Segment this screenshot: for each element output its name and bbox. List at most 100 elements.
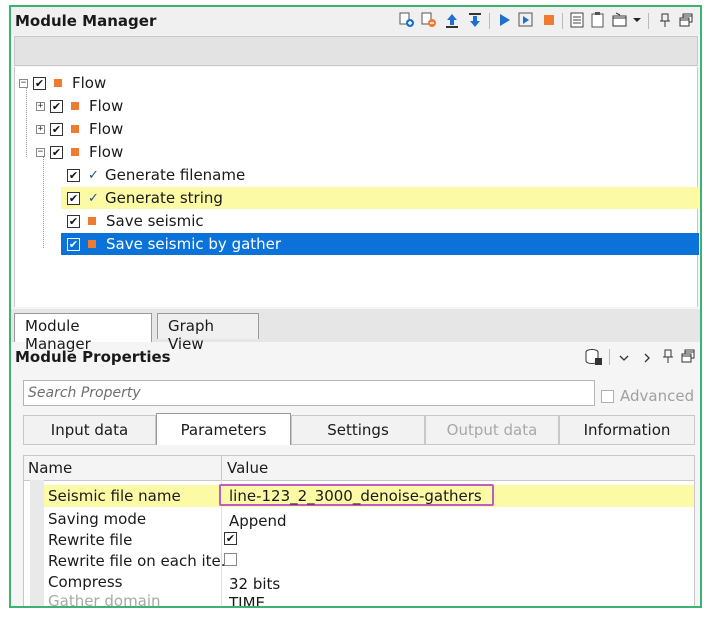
tree-node-checkbox[interactable]: ✔ bbox=[50, 99, 63, 113]
toolbar-divider bbox=[489, 13, 490, 29]
check-icon: ✓ bbox=[88, 167, 99, 183]
tree-node-generate-string[interactable]: ✔ ✓ Generate string bbox=[61, 187, 699, 209]
tree-node-generate-filename[interactable]: ✔ ✓ Generate filename bbox=[67, 165, 245, 185]
run-selected-icon[interactable] bbox=[517, 11, 535, 29]
search-property-input[interactable]: Search Property bbox=[23, 380, 595, 406]
restore-window-icon[interactable] bbox=[678, 11, 694, 29]
module-square-icon bbox=[71, 125, 79, 133]
tab-output-data: Output data bbox=[425, 415, 559, 445]
module-manager-titlebar: Module Manager bbox=[11, 7, 700, 35]
property-grid-header: Name Value bbox=[24, 456, 694, 481]
tree-filter-bar[interactable] bbox=[14, 36, 698, 66]
view-tab-bar: Module Manager Graph View bbox=[11, 309, 700, 353]
tree-node-flow[interactable]: + ✔ Flow bbox=[36, 96, 123, 116]
module-manager-window: Module Manager − ✔ Flow + ✔ Flow + ✔ Flo… bbox=[9, 5, 702, 608]
advanced-toggle[interactable]: Advanced bbox=[601, 387, 694, 405]
chevron-right-icon[interactable] bbox=[641, 350, 653, 368]
tree-node-checkbox[interactable]: ✔ bbox=[50, 122, 63, 136]
expand-icon[interactable]: + bbox=[36, 101, 45, 111]
rewrite-each-iteration-checkbox[interactable] bbox=[224, 553, 237, 566]
tab-parameters[interactable]: Parameters bbox=[156, 413, 291, 445]
property-name: Compress bbox=[48, 573, 123, 591]
column-header-name[interactable]: Name bbox=[28, 459, 72, 477]
restore-window-icon[interactable] bbox=[681, 349, 695, 367]
expand-icon[interactable]: + bbox=[36, 124, 45, 134]
property-row-rewrite-file-each-iteration[interactable]: Rewrite file on each ite... bbox=[24, 550, 694, 571]
property-row-saving-mode[interactable]: Saving mode Append bbox=[24, 508, 694, 530]
tree-node-flow-root[interactable]: − ✔ Flow bbox=[19, 73, 106, 93]
property-grid: Name Value Seismic file name line-123_2_… bbox=[23, 455, 695, 608]
database-icon[interactable] bbox=[585, 348, 603, 370]
tree-node-checkbox[interactable]: ✔ bbox=[67, 237, 80, 251]
tree-node-label: Flow bbox=[72, 74, 107, 92]
window-menu-icon[interactable] bbox=[611, 11, 629, 29]
tree-line bbox=[43, 154, 45, 248]
tree-node-flow[interactable]: − ✔ Flow bbox=[36, 142, 123, 162]
toolbar-divider bbox=[562, 13, 563, 29]
module-manager-title: Module Manager bbox=[15, 12, 157, 30]
tab-input-data[interactable]: Input data bbox=[23, 415, 156, 445]
tree-node-flow[interactable]: + ✔ Flow bbox=[36, 119, 123, 139]
tab-graph-view[interactable]: Graph View bbox=[157, 313, 259, 353]
move-up-icon[interactable] bbox=[443, 11, 461, 29]
tree-node-label: Flow bbox=[89, 97, 124, 115]
property-name: Gather domain bbox=[48, 592, 161, 608]
add-module-icon[interactable] bbox=[398, 11, 416, 29]
module-square-icon bbox=[71, 102, 79, 110]
tree-line bbox=[26, 85, 28, 157]
pin-icon[interactable] bbox=[658, 11, 672, 29]
property-name: Seismic file name bbox=[48, 487, 181, 505]
module-properties-title: Module Properties bbox=[15, 348, 171, 366]
tree-node-checkbox[interactable]: ✔ bbox=[50, 145, 63, 159]
property-value[interactable]: Append bbox=[229, 512, 287, 530]
property-row-seismic-file-name[interactable]: Seismic file name line-123_2_3000_denois… bbox=[44, 484, 694, 507]
tree-node-save-seismic[interactable]: ✔ Save seismic bbox=[67, 211, 204, 231]
tab-information[interactable]: Information bbox=[559, 415, 695, 445]
remove-module-icon[interactable] bbox=[420, 11, 438, 29]
collapse-icon[interactable]: − bbox=[19, 78, 28, 88]
stop-icon[interactable] bbox=[541, 11, 557, 29]
tree-node-label: Flow bbox=[89, 120, 124, 138]
tree-node-checkbox[interactable]: ✔ bbox=[33, 76, 46, 90]
clipboard-icon[interactable] bbox=[590, 11, 606, 29]
module-square-icon bbox=[88, 217, 96, 225]
module-square-icon bbox=[88, 240, 96, 248]
rewrite-file-checkbox[interactable]: ✔ bbox=[224, 532, 237, 545]
run-icon[interactable] bbox=[495, 11, 513, 29]
module-square-icon bbox=[54, 79, 62, 87]
tree-node-label: Generate string bbox=[105, 189, 223, 207]
tree-node-checkbox[interactable]: ✔ bbox=[67, 191, 80, 205]
tree-node-label: Save seismic by gather bbox=[106, 235, 282, 253]
property-row-rewrite-file[interactable]: Rewrite file ✔ bbox=[24, 529, 694, 550]
toolbar-divider bbox=[648, 13, 649, 29]
dropdown-icon[interactable] bbox=[631, 11, 643, 29]
tab-module-manager[interactable]: Module Manager bbox=[14, 313, 152, 353]
property-row-gather-domain: Gather domain TIME bbox=[24, 592, 694, 608]
property-row-compress[interactable]: Compress 32 bits bbox=[24, 571, 694, 593]
tree-node-checkbox[interactable]: ✔ bbox=[67, 168, 80, 182]
advanced-label: Advanced bbox=[620, 387, 695, 405]
property-value[interactable]: 32 bits bbox=[229, 575, 280, 593]
tree-node-save-seismic-by-gather[interactable]: ✔ Save seismic by gather bbox=[61, 233, 699, 255]
column-header-value[interactable]: Value bbox=[227, 459, 268, 477]
check-icon: ✓ bbox=[88, 190, 99, 206]
collapse-icon[interactable]: − bbox=[36, 147, 45, 157]
toolbar-divider bbox=[609, 349, 610, 365]
chevron-down-icon[interactable] bbox=[618, 350, 630, 368]
property-value: TIME bbox=[229, 594, 266, 608]
tree-node-label: Flow bbox=[89, 143, 124, 161]
advanced-checkbox[interactable] bbox=[601, 389, 614, 403]
tab-settings[interactable]: Settings bbox=[291, 415, 425, 445]
tree-node-checkbox[interactable]: ✔ bbox=[67, 214, 80, 228]
move-down-icon[interactable] bbox=[466, 11, 484, 29]
list-icon[interactable] bbox=[568, 11, 586, 29]
pin-icon[interactable] bbox=[663, 349, 673, 367]
tree-node-label: Generate filename bbox=[105, 166, 246, 184]
module-tree: − ✔ Flow + ✔ Flow + ✔ Flow − ✔ Flow ✔ ✓ … bbox=[14, 67, 699, 307]
property-name: Rewrite file bbox=[48, 531, 133, 549]
tree-node-label: Save seismic bbox=[106, 212, 204, 230]
module-square-icon bbox=[71, 148, 79, 156]
properties-tab-bar: Input data Parameters Settings Output da… bbox=[23, 413, 695, 445]
column-divider[interactable] bbox=[221, 456, 222, 480]
property-value[interactable]: line-123_2_3000_denoise-gathers bbox=[229, 487, 482, 505]
